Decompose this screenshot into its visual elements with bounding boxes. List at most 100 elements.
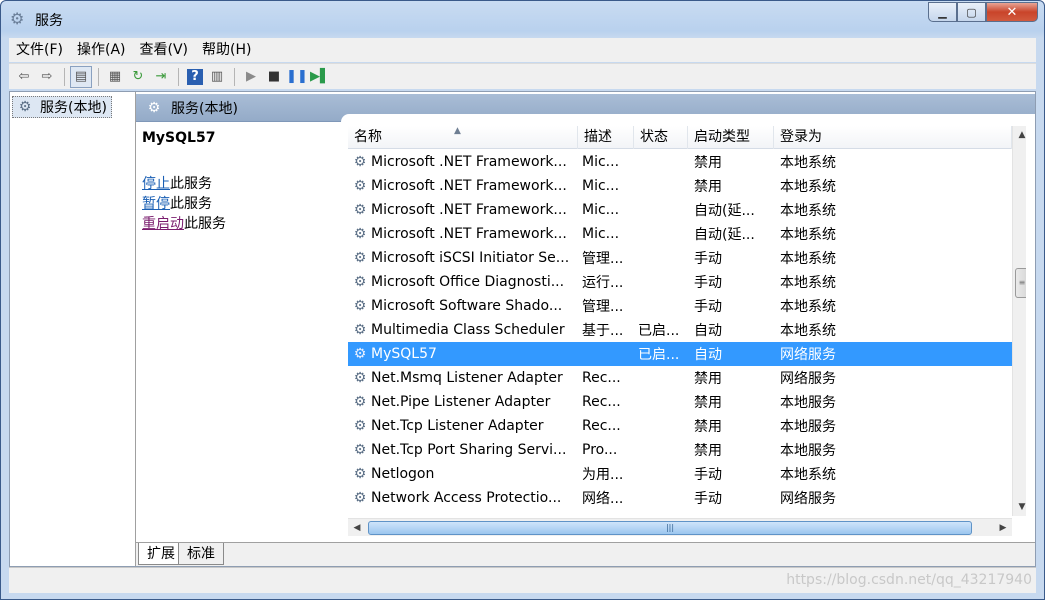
maximize-button[interactable]: ▢ [957, 2, 986, 22]
restart-action: 重启动此服务 [142, 214, 335, 234]
table-row[interactable]: ⚙ Multimedia Class Scheduler 基于... 已启... 自动本… [348, 318, 1012, 342]
scroll-down-arrow-icon[interactable]: ▼ [1013, 498, 1026, 516]
watermark-text: https://blog.csdn.net/qq_43217940 [786, 572, 1032, 588]
table-row[interactable]: ⚙ Network Access Protectio... 网络... 手动 网络服务 [348, 486, 1012, 510]
scroll-up-arrow-icon[interactable]: ▲ [1013, 126, 1026, 144]
service-detail: MySQL57 停止此服务 暂停此服务 重启动此服务 [136, 122, 341, 542]
column-header-log-on-as[interactable]: 登录为 [774, 126, 1012, 149]
table-row[interactable]: ⚙ Microsoft iSCSI Initiator Se... 管理... 手动本… [348, 246, 1012, 270]
table-row[interactable]: ⚙ Net.Tcp Listener Adapter Rec... 禁用 本地服务 [348, 414, 1012, 438]
vertical-scrollbar[interactable]: ▲ ≡ ▼ [1012, 126, 1026, 516]
start-service-icon[interactable]: ▶ [240, 66, 262, 88]
table-row[interactable]: ⚙ Microsoft .NET Framework... Mic... 自动(延..… [348, 222, 1012, 246]
gear-icon: ⚙ [353, 442, 367, 458]
column-header-status[interactable]: 状态 [634, 126, 688, 149]
cell-name: ⚙ Net.Pipe Listener Adapter [348, 394, 578, 410]
table-row[interactable]: ⚙ MySQL57 已启... 自动 网络服务 [348, 342, 1012, 366]
window-controls: ▁ ▢ ✕ [928, 2, 1038, 22]
stop-suffix: 此服务 [170, 176, 212, 192]
column-header-name[interactable]: ▲ 名称 [348, 126, 578, 149]
tree-item-services-local[interactable]: ⚙ 服务(本地) [12, 96, 112, 118]
forward-arrow-icon[interactable]: ⇨ [36, 66, 58, 88]
cell-status: 已启... [638, 347, 680, 363]
menu-help[interactable]: 帮助(H) [195, 38, 258, 62]
refresh-icon[interactable]: ↻ [127, 66, 149, 88]
cell-startup-type: 禁用 [694, 155, 722, 171]
cell-name: ⚙ Net.Tcp Port Sharing Servi... [348, 442, 578, 458]
service-name: Net.Pipe Listener Adapter [371, 394, 551, 410]
column-header-description[interactable]: 描述 [578, 126, 634, 149]
table-row[interactable]: ⚙ Microsoft .NET Framework... Mic... 禁用 本地系统 [348, 150, 1012, 174]
service-name: Multimedia Class Scheduler [371, 322, 565, 338]
restart-service-icon[interactable]: ▶▌ [309, 66, 331, 88]
cell-startup-type: 自动(延... [694, 203, 755, 219]
table-row[interactable]: ⚙ Microsoft .NET Framework... Mic... 自动(延..… [348, 198, 1012, 222]
cell-log-on-as: 网络服务 [780, 347, 836, 363]
cell-log-on-as: 本地系统 [780, 299, 836, 315]
scroll-left-arrow-icon[interactable]: ◀ [348, 519, 366, 537]
title-bar[interactable]: ⚙ 服务 ▁ ▢ ✕ [1, 1, 1044, 37]
properties-icon[interactable]: ▦ [104, 66, 126, 88]
table-row[interactable]: ⚙ Net.Pipe Listener Adapter Rec... 禁用 本地服务 [348, 390, 1012, 414]
export-list-icon[interactable]: ⇥ [150, 66, 172, 88]
gear-icon: ⚙ [10, 9, 25, 28]
console-tree: ⚙ 服务(本地) [10, 92, 136, 566]
cell-log-on-as: 本地系统 [780, 323, 836, 339]
gear-icon: ⚙ [353, 490, 367, 506]
back-arrow-icon[interactable]: ⇦ [13, 66, 35, 88]
menu-action[interactable]: 操作(A) [70, 38, 133, 62]
help-icon[interactable]: ? [187, 68, 203, 85]
restart-suffix: 此服务 [184, 216, 226, 232]
list-rows: ⚙ Microsoft .NET Framework... Mic... 禁用 本地系统… [348, 150, 1012, 510]
cell-description: Rec... [582, 394, 621, 410]
menu-view[interactable]: 查看(V) [133, 38, 196, 62]
close-button[interactable]: ✕ [986, 2, 1038, 22]
table-row[interactable]: ⚙ Microsoft Office Diagnosti... 运行... 手动 本地系… [348, 270, 1012, 294]
table-row[interactable]: ⚙ Net.Tcp Port Sharing Servi... Pro... 禁用 本地… [348, 438, 1012, 462]
minimize-button[interactable]: ▁ [928, 2, 957, 22]
action-pane-icon[interactable]: ▥ [206, 66, 228, 88]
cell-name: ⚙ Microsoft .NET Framework... [348, 178, 578, 194]
table-row[interactable]: ⚙ Microsoft .NET Framework... Mic... 禁用 本地系统 [348, 174, 1012, 198]
pause-link[interactable]: 暂停 [142, 196, 170, 212]
scroll-right-arrow-icon[interactable]: ▶ [994, 519, 1012, 537]
restart-link[interactable]: 重启动 [142, 216, 184, 232]
services-window: ⚙ 服务 ▁ ▢ ✕ 文件(F) 操作(A) 查看(V) 帮助(H) ⇦ ⇨ ▤… [0, 0, 1045, 600]
window-title: 服务 [35, 13, 63, 29]
service-name: Netlogon [371, 466, 435, 482]
gear-icon: ⚙ [353, 346, 367, 362]
cell-startup-type: 手动 [694, 275, 722, 291]
cell-log-on-as: 本地系统 [780, 179, 836, 195]
cell-log-on-as: 本地服务 [780, 419, 836, 435]
pane-header-label: 服务(本地) [171, 100, 238, 117]
cell-startup-type: 手动 [694, 491, 722, 507]
pause-service-icon[interactable]: ❚❚ [286, 66, 308, 88]
stop-service-icon[interactable]: ■ [263, 66, 285, 88]
view-tabs: 扩展 标准 [136, 542, 1035, 566]
horizontal-scrollbar[interactable]: ◀ ||| ▶ [348, 518, 1012, 536]
tab-standard[interactable]: 标准 [178, 543, 224, 565]
horizontal-scroll-thumb[interactable]: ||| [368, 521, 972, 535]
stop-link[interactable]: 停止 [142, 176, 170, 192]
table-row[interactable]: ⚙ Microsoft Software Shado... 管理... 手动 本地系统 [348, 294, 1012, 318]
cell-description: Pro... [582, 442, 618, 458]
column-header-startup-type[interactable]: 启动类型 [688, 126, 774, 149]
cell-description: 为用... [582, 467, 624, 483]
toolbar-separator [64, 67, 65, 86]
cell-log-on-as: 本地服务 [780, 443, 836, 459]
cell-log-on-as: 本地系统 [780, 251, 836, 267]
toolbar-separator [98, 67, 99, 86]
service-name: Network Access Protectio... [371, 490, 562, 506]
service-name: MySQL57 [371, 346, 437, 362]
menu-file[interactable]: 文件(F) [9, 38, 70, 62]
vertical-scroll-thumb[interactable]: ≡ [1015, 268, 1026, 298]
cell-startup-type: 禁用 [694, 419, 722, 435]
show-hide-console-tree-icon[interactable]: ▤ [70, 65, 92, 88]
sort-ascending-icon: ▲ [454, 126, 461, 136]
cell-description: Rec... [582, 370, 621, 386]
cell-name: ⚙ Microsoft Office Diagnosti... [348, 274, 578, 290]
cell-name: ⚙ Microsoft .NET Framework... [348, 226, 578, 242]
table-row[interactable]: ⚙ Net.Msmq Listener Adapter Rec... 禁用 网络服务 [348, 366, 1012, 390]
table-row[interactable]: ⚙ Netlogon 为用... 手动 本地系统 [348, 462, 1012, 486]
menu-bar: 文件(F) 操作(A) 查看(V) 帮助(H) [9, 38, 1036, 62]
